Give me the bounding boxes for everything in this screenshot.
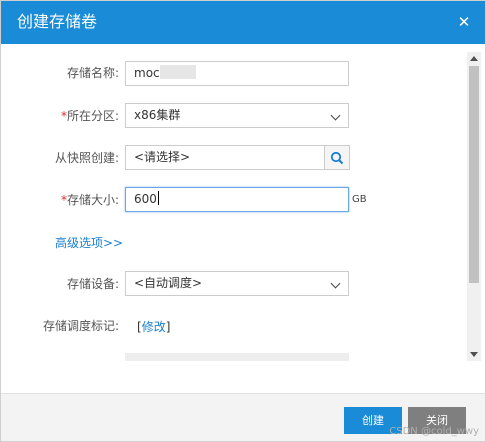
advanced-options-link[interactable]: 高级选项>> bbox=[55, 234, 123, 251]
device-select[interactable]: <自动调度> bbox=[125, 271, 349, 296]
name-input[interactable]: moc bbox=[125, 61, 349, 86]
snapshot-value: <请选择> bbox=[134, 150, 191, 164]
watermark: CSDN @cold_wwy bbox=[389, 426, 479, 437]
dialog-footer: 创建 关闭 CSDN @cold_wwy bbox=[1, 393, 485, 441]
create-volume-dialog: 创建存储卷 ✕ 存储名称: moc *所在分区: x86集群 从快照创建: <请… bbox=[0, 0, 486, 442]
text-caret bbox=[157, 191, 159, 205]
size-label: *存储大小: bbox=[60, 193, 119, 207]
partition-label: *所在分区: bbox=[60, 109, 119, 123]
snapshot-input[interactable]: <请选择> bbox=[125, 145, 325, 170]
dialog-titlebar: 创建存储卷 ✕ bbox=[1, 1, 485, 44]
size-value: 600 bbox=[134, 192, 157, 206]
partition-value: x86集群 bbox=[134, 108, 181, 122]
search-icon bbox=[330, 151, 344, 165]
close-icon[interactable]: ✕ bbox=[455, 13, 473, 31]
name-value: moc bbox=[134, 66, 160, 80]
device-value: <自动调度> bbox=[134, 276, 203, 290]
dialog-title: 创建存储卷 bbox=[17, 12, 98, 31]
snapshot-label: 从快照创建: bbox=[54, 151, 119, 165]
modify-link[interactable]: 修改 bbox=[142, 320, 166, 334]
partition-select[interactable]: x86集群 bbox=[125, 103, 349, 128]
name-label: 存储名称: bbox=[66, 66, 119, 80]
size-unit: GB bbox=[352, 194, 367, 205]
scroll-thumb[interactable] bbox=[469, 66, 479, 283]
partial-field bbox=[125, 353, 349, 361]
scroll-down-icon[interactable] bbox=[470, 352, 478, 357]
vertical-scrollbar[interactable] bbox=[467, 52, 481, 361]
scroll-up-icon[interactable] bbox=[470, 56, 478, 61]
scheduling-label: 存储调度标记: bbox=[42, 319, 119, 333]
chevron-down-icon bbox=[330, 278, 341, 289]
scheduling-modify: [修改] bbox=[137, 320, 171, 334]
device-label: 存储设备: bbox=[66, 277, 119, 291]
size-input[interactable]: 600 bbox=[125, 187, 349, 212]
chevron-down-icon bbox=[330, 110, 341, 121]
redacted-patch bbox=[159, 65, 196, 79]
snapshot-search-button[interactable] bbox=[325, 145, 350, 170]
